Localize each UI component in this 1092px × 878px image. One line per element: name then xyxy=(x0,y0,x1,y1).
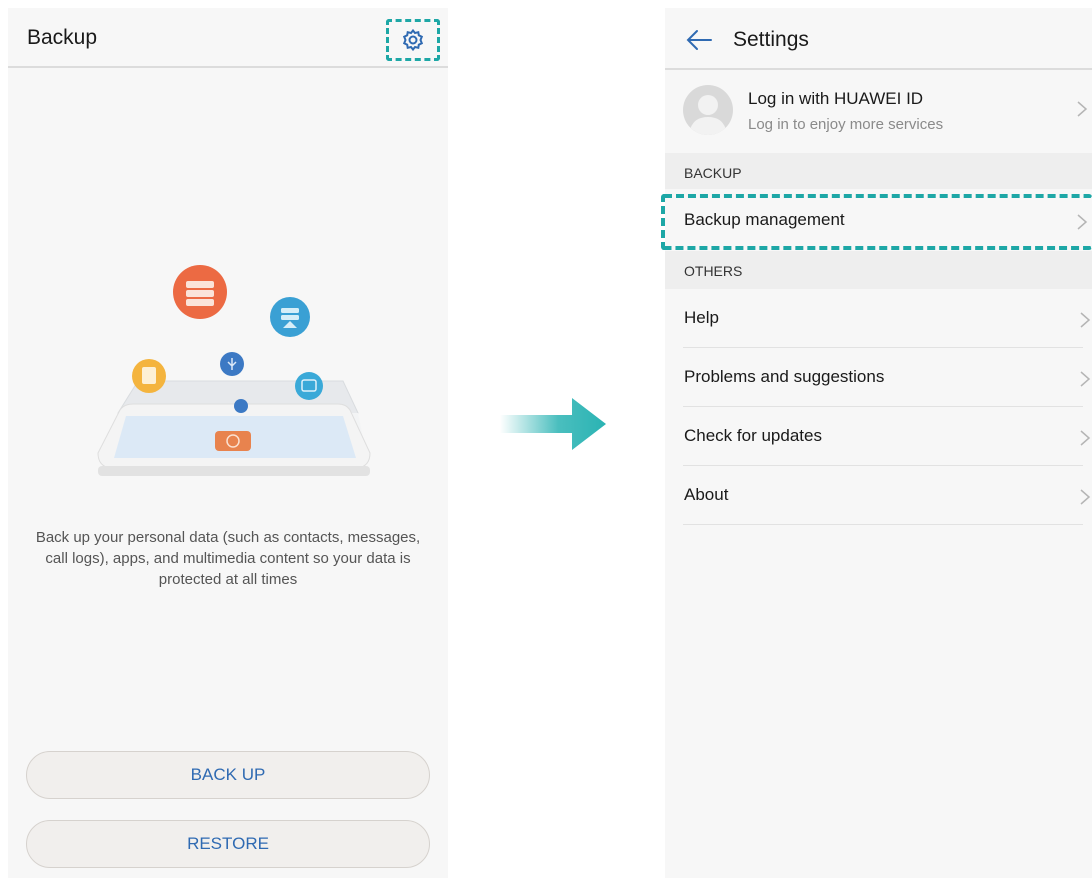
avatar xyxy=(683,85,733,135)
backup-description: Back up your personal data (such as cont… xyxy=(35,529,421,588)
chevron-right-icon xyxy=(1077,101,1088,117)
page-title: Settings xyxy=(733,28,809,51)
section-header-backup: BACKUP xyxy=(665,153,1092,189)
check-updates-item[interactable]: Check for updates xyxy=(683,407,1091,466)
gear-icon xyxy=(402,28,424,52)
settings-button[interactable] xyxy=(386,19,440,61)
help-item[interactable]: Help xyxy=(683,289,1091,348)
backup-illustration xyxy=(97,265,371,476)
about-label: About xyxy=(684,485,729,504)
help-label: Help xyxy=(684,308,719,327)
chevron-right-icon xyxy=(1080,430,1091,446)
highlight-box xyxy=(661,194,1092,250)
about-item[interactable]: About xyxy=(683,466,1091,525)
account-subtitle: Log in to enjoy more services xyxy=(748,116,944,133)
section-header-others: OTHERS xyxy=(665,251,1092,289)
check-updates-label: Check for updates xyxy=(684,426,822,445)
back-up-button[interactable]: BACK UP xyxy=(26,751,430,799)
backup-header: Backup xyxy=(8,8,448,68)
backup-screen: Backup Back up your personal data (such … xyxy=(8,8,448,878)
back-arrow-icon[interactable] xyxy=(685,28,713,52)
chevron-right-icon xyxy=(1080,312,1091,328)
problems-suggestions-label: Problems and suggestions xyxy=(684,367,885,386)
page-title: Backup xyxy=(27,26,98,49)
settings-header: Settings xyxy=(665,8,1092,70)
chevron-right-icon xyxy=(1080,371,1091,387)
restore-button[interactable]: RESTORE xyxy=(26,820,430,868)
settings-screen: Settings Log in with HUAWEI ID Log in to… xyxy=(661,8,1092,878)
chevron-right-icon xyxy=(1080,489,1091,505)
huawei-id-login-row[interactable]: Log in with HUAWEI ID Log in to enjoy mo… xyxy=(665,72,1092,152)
problems-suggestions-item[interactable]: Problems and suggestions xyxy=(683,348,1091,407)
flow-arrow-icon xyxy=(500,398,606,450)
account-title: Log in with HUAWEI ID xyxy=(748,89,924,108)
